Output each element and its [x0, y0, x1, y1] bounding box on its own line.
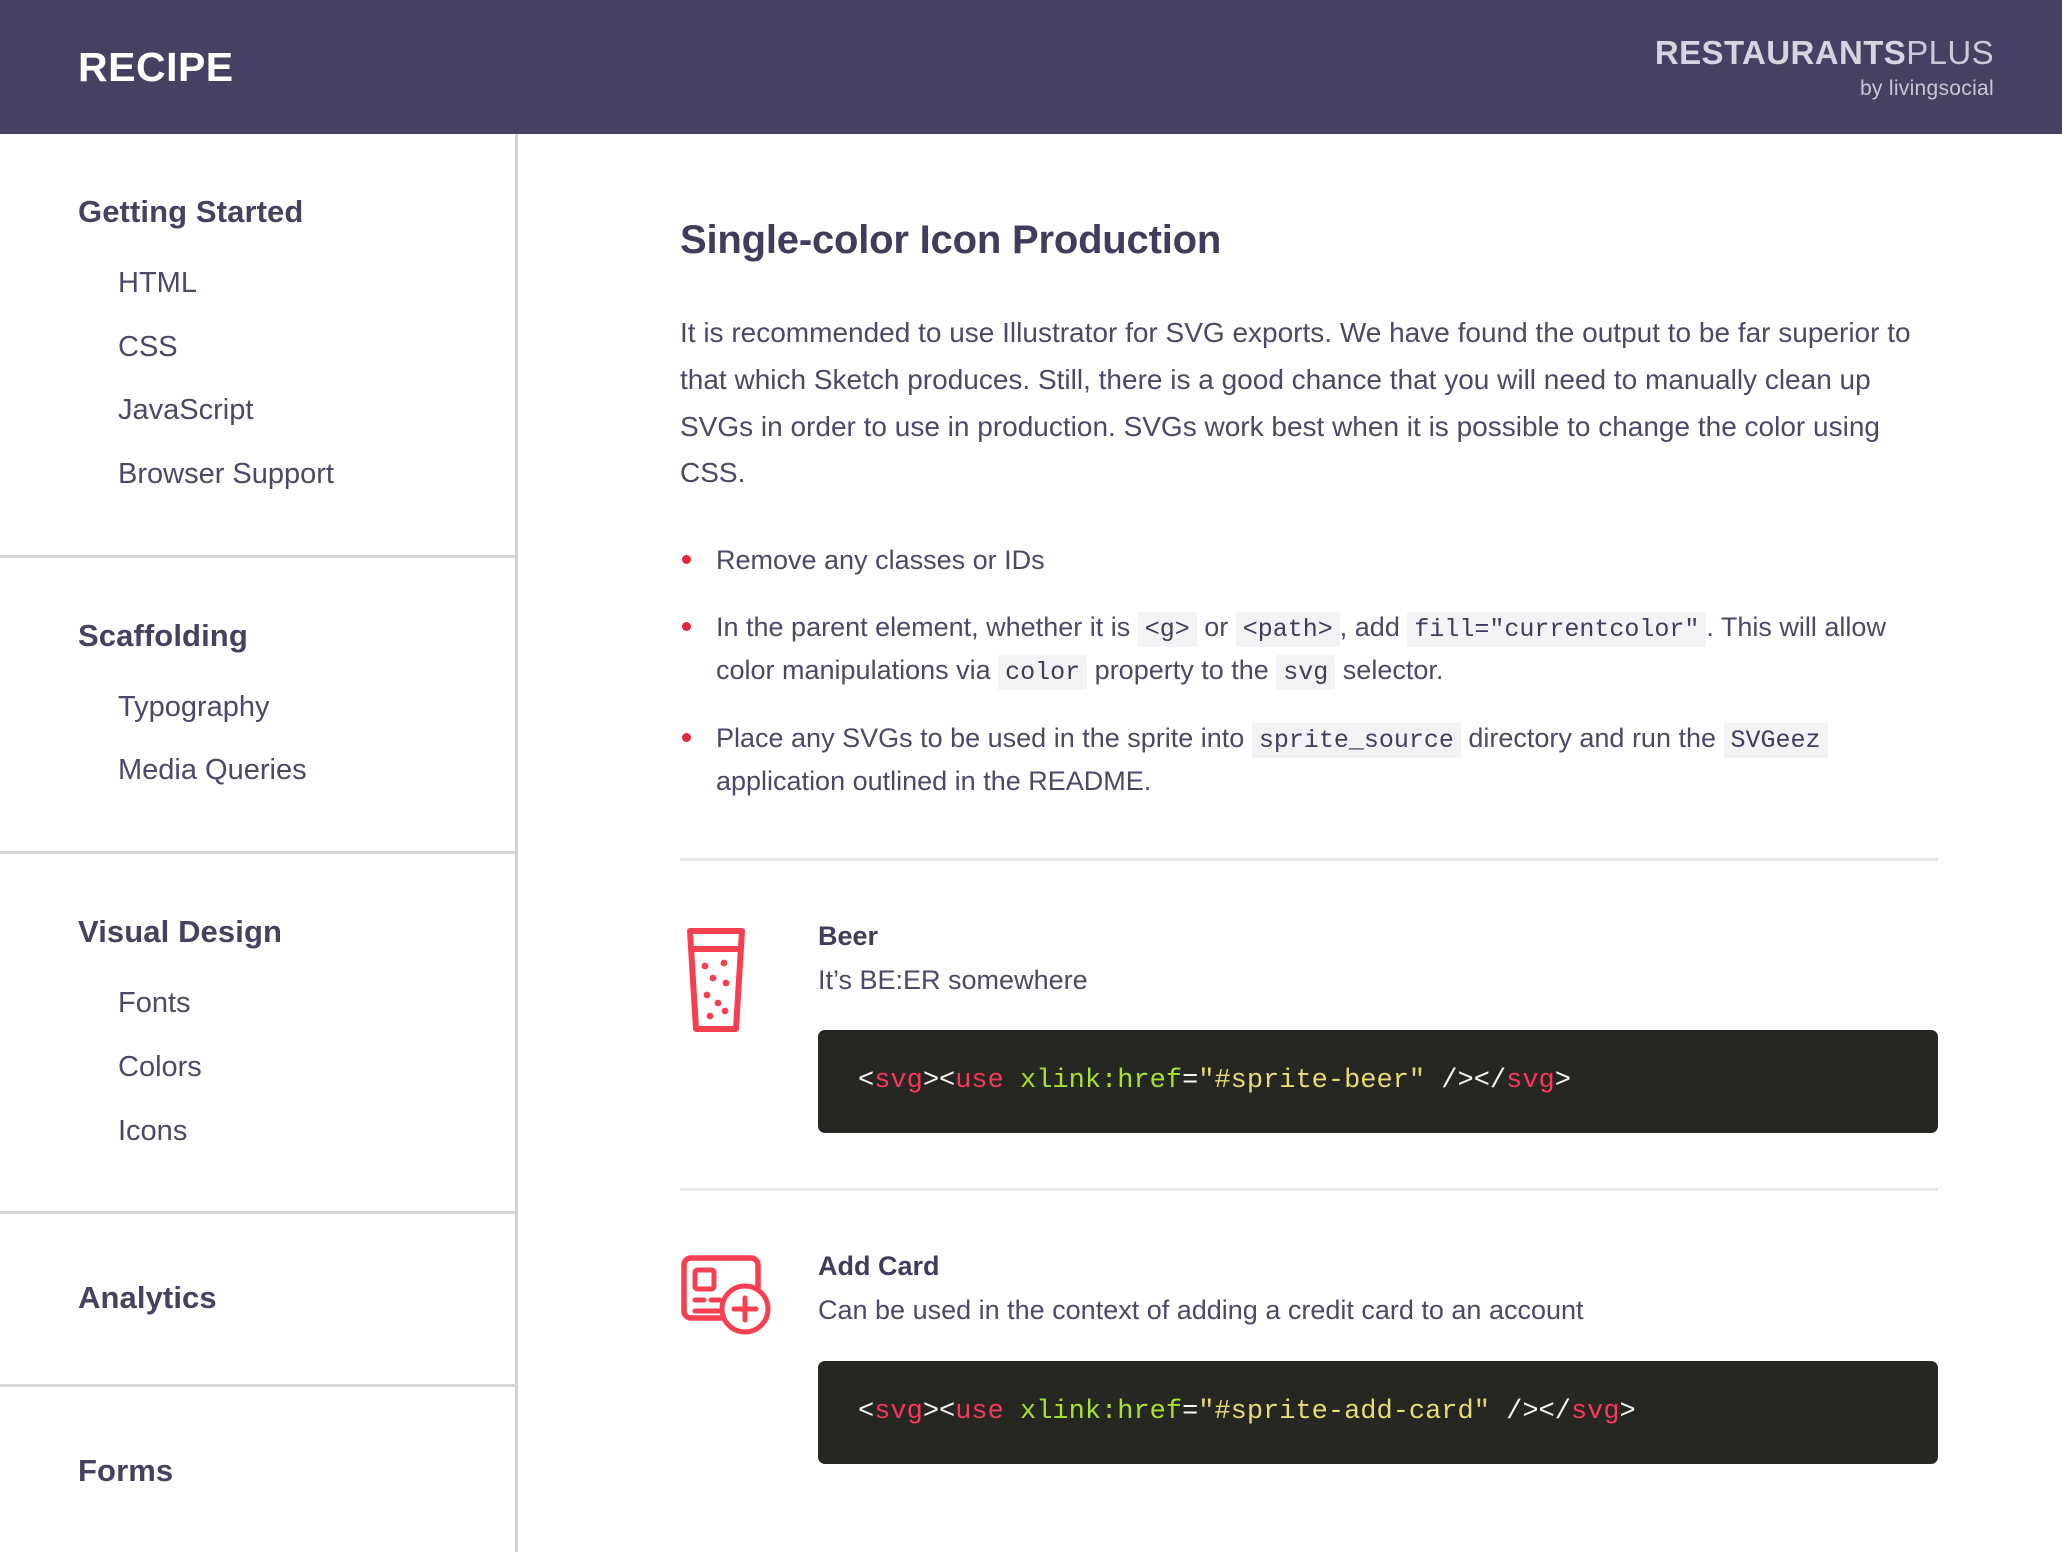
sidebar-section: Visual Design Fonts Colors Icons: [0, 854, 515, 1215]
code-token-punct: <: [858, 1396, 875, 1427]
sidebar-section: Scaffolding Typography Media Queries: [0, 558, 515, 855]
code-token-punct: [1004, 1066, 1020, 1096]
inline-code: <g>: [1137, 611, 1197, 647]
code-token-tag: svg: [1506, 1066, 1555, 1097]
sidebar-item-browser-support[interactable]: Browser Support: [0, 443, 515, 507]
code-token-punct: ><: [922, 1396, 956, 1427]
logo-wordmark-light: PLUS: [1906, 33, 1994, 71]
logo-wordmark-bold: RESTAURANTS: [1654, 33, 1907, 71]
inline-code: color: [998, 655, 1088, 691]
icon-entry-list: Beer It’s BE:ER somewhere <svg><use xlink:…: [680, 857, 1950, 1464]
code-token-attr: xlink:href: [1020, 1396, 1183, 1427]
code-token-punct: >: [1619, 1396, 1636, 1427]
inline-code: svg: [1276, 655, 1336, 691]
code-token-str: "#sprite-add-card": [1198, 1396, 1490, 1427]
add-card-icon-wrapper: [680, 1251, 818, 1463]
icon-entry-body: Beer It’s BE:ER somewhere <svg><use xlink:…: [818, 920, 1938, 1134]
sidebar-section-title-forms[interactable]: Forms: [0, 1429, 515, 1509]
sidebar-item-icons[interactable]: Icons: [0, 1100, 515, 1164]
page-title: RECIPE: [78, 43, 234, 90]
code-token-punct: >: [1554, 1066, 1571, 1097]
sidebar-link-group: HTML CSS JavaScript Browser Support: [0, 252, 515, 507]
page-body: Getting Started HTML CSS JavaScript Browser …: [0, 134, 2062, 1552]
main-content: Single-color Icon Production It is recom…: [518, 134, 2062, 1552]
inline-code: <path>: [1235, 611, 1340, 647]
sidebar-item-html[interactable]: HTML: [0, 252, 515, 316]
code-snippet[interactable]: <svg><use xlink:href="#sprite-add-card" …: [818, 1360, 1938, 1464]
code-snippet[interactable]: <svg><use xlink:href="#sprite-beer" /></…: [818, 1030, 1938, 1134]
code-token-punct: [1004, 1397, 1020, 1427]
instruction-list: Remove any classes or IDs In the parent e…: [680, 539, 1920, 803]
code-token-tag: svg: [1570, 1396, 1620, 1427]
code-token-tag: use: [955, 1066, 1004, 1097]
sidebar-item-javascript[interactable]: JavaScript: [0, 379, 515, 443]
icon-entry: Add Card Can be used in the context of ad…: [680, 1191, 1938, 1464]
sidebar-link-group: Fonts Colors Icons: [0, 972, 515, 1163]
logo-tagline: by livingsocial: [1859, 76, 1994, 100]
icon-description: It’s BE:ER somewhere: [818, 964, 1088, 995]
sidebar-item-css[interactable]: CSS: [0, 316, 515, 380]
code-token-tag: svg: [874, 1396, 923, 1427]
code-token-tag: use: [955, 1396, 1004, 1427]
sidebar-item-typography[interactable]: Typography: [0, 676, 515, 740]
app-header: RECIPE RESTAURANTSPLUS by livingsocial: [0, 0, 2062, 134]
code-token-punct: ><: [922, 1066, 956, 1097]
add-card-icon: [681, 1255, 771, 1335]
code-token-attr: xlink:href: [1020, 1066, 1183, 1097]
inline-code: sprite_source: [1251, 722, 1461, 758]
code-token-tag: svg: [874, 1066, 923, 1097]
content-title: Single-color Icon Production: [680, 218, 1222, 262]
inline-code: SVGeez: [1723, 722, 1828, 758]
intro-paragraph: It is recommended to use Illustrator for…: [680, 317, 1911, 489]
icon-name: Add Card: [818, 1251, 940, 1282]
icon-entry: Beer It’s BE:ER somewhere <svg><use xlink:…: [680, 861, 1938, 1134]
instruction-item: In the parent element, whether it is <g>…: [680, 606, 1920, 693]
beer-icon: [687, 927, 745, 1032]
inline-code: fill="currentcolor": [1407, 611, 1707, 647]
sidebar-item-colors[interactable]: Colors: [0, 1036, 515, 1100]
icon-entry-body: Add Card Can be used in the context of ad…: [818, 1251, 1938, 1464]
beer-icon-wrapper: [680, 921, 818, 1133]
sidebar-section: Forms: [0, 1387, 515, 1552]
sidebar-section: Getting Started HTML CSS JavaScript Browser …: [0, 134, 515, 558]
instruction-item: Place any SVGs to be used in the sprite …: [680, 717, 1920, 803]
logo-wordmark: RESTAURANTSPLUS: [1655, 36, 1994, 69]
code-token-str: "#sprite-beer": [1198, 1066, 1426, 1097]
icon-name: Beer: [818, 920, 879, 951]
sidebar-section-title-scaffolding[interactable]: Scaffolding: [0, 600, 515, 654]
sidebar-section-title-visual-design[interactable]: Visual Design: [0, 896, 515, 950]
sidebar-item-media-queries[interactable]: Media Queries: [0, 739, 515, 803]
instruction-item: Remove any classes or IDs: [680, 539, 1920, 582]
sidebar-section-title-getting-started[interactable]: Getting Started: [0, 176, 515, 230]
sidebar-section: Analytics: [0, 1214, 515, 1388]
code-token-punct: =: [1182, 1396, 1199, 1427]
sidebar-nav: Getting Started HTML CSS JavaScript Browser …: [0, 134, 518, 1552]
code-token-punct: /></: [1425, 1066, 1507, 1097]
code-token-punct: /></: [1489, 1396, 1571, 1427]
icon-description: Can be used in the context of adding a c…: [818, 1295, 1584, 1326]
brand-logo: RESTAURANTSPLUS by livingsocial: [1655, 36, 1994, 99]
sidebar-link-group: Typography Media Queries: [0, 676, 515, 803]
sidebar-item-fonts[interactable]: Fonts: [0, 972, 515, 1036]
sidebar-section-title-analytics[interactable]: Analytics: [0, 1256, 515, 1336]
code-token-punct: =: [1182, 1066, 1199, 1097]
code-token-punct: <: [858, 1066, 875, 1097]
